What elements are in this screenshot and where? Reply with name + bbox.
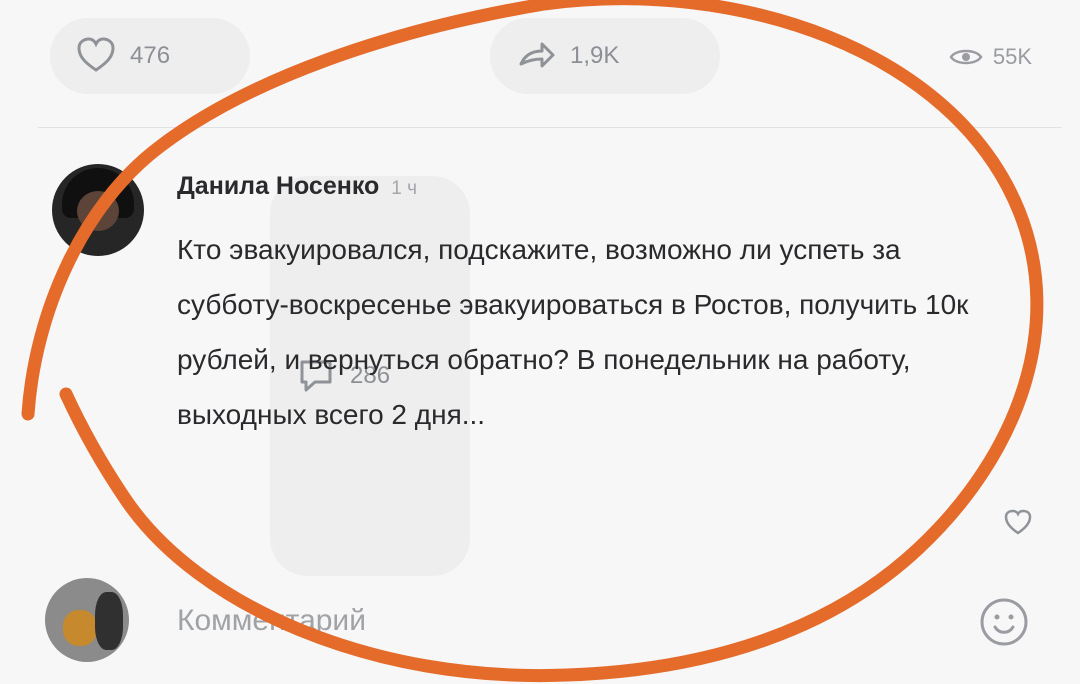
heart-icon bbox=[77, 37, 115, 72]
comment-item: Данила Носенко 1 ч Кто эвакуировался, по… bbox=[52, 164, 1052, 564]
divider bbox=[38, 127, 1062, 128]
comment-header: Данила Носенко 1 ч bbox=[177, 172, 417, 201]
comment-author[interactable]: Данила Носенко bbox=[177, 172, 379, 201]
avatar-dark-shape bbox=[95, 592, 123, 650]
avatar-light-shape bbox=[63, 610, 97, 646]
avatar-face bbox=[77, 191, 119, 231]
current-user-avatar bbox=[45, 578, 129, 662]
view-count: 55K bbox=[992, 44, 1032, 69]
share-count: 1,9K bbox=[570, 42, 620, 69]
eye-icon bbox=[949, 49, 983, 65]
commenter-avatar[interactable] bbox=[52, 164, 144, 256]
comment-input[interactable]: Комментарий bbox=[177, 604, 366, 638]
view-counter: 55K bbox=[949, 44, 1032, 70]
comment-like-icon[interactable] bbox=[1002, 506, 1034, 538]
comment-text: Кто эвакуировался, подскажите, возможно … bbox=[177, 234, 969, 430]
post-actions-bar: 476 286 1,9K 55K bbox=[38, 12, 1068, 576]
like-button[interactable]: 476 bbox=[50, 18, 250, 94]
share-icon bbox=[519, 42, 555, 68]
comment-time: 1 ч bbox=[391, 178, 418, 199]
like-count: 476 bbox=[130, 42, 171, 69]
emoji-icon[interactable] bbox=[977, 595, 1031, 649]
share-button[interactable]: 1,9K bbox=[490, 18, 720, 94]
